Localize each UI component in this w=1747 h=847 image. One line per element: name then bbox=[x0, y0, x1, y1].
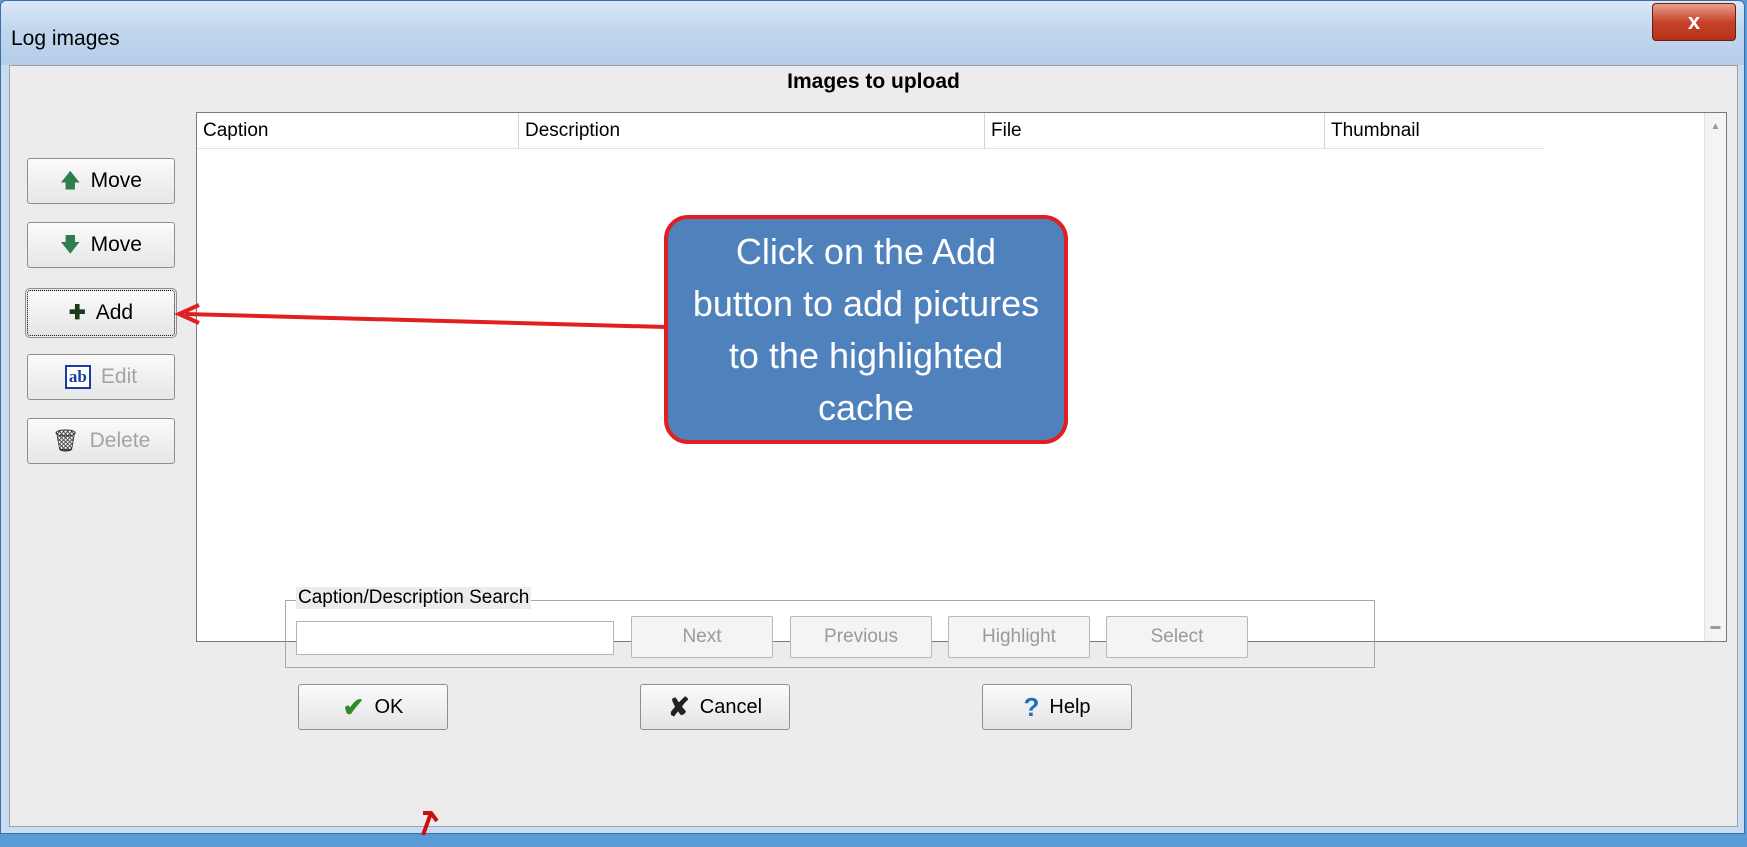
callout-arrow-line bbox=[184, 312, 667, 329]
log-images-dialog: Log images x Images to upload Caption De… bbox=[0, 0, 1745, 836]
pointer-arrow-icon bbox=[421, 811, 439, 836]
annotation-arrows bbox=[174, 303, 667, 836]
